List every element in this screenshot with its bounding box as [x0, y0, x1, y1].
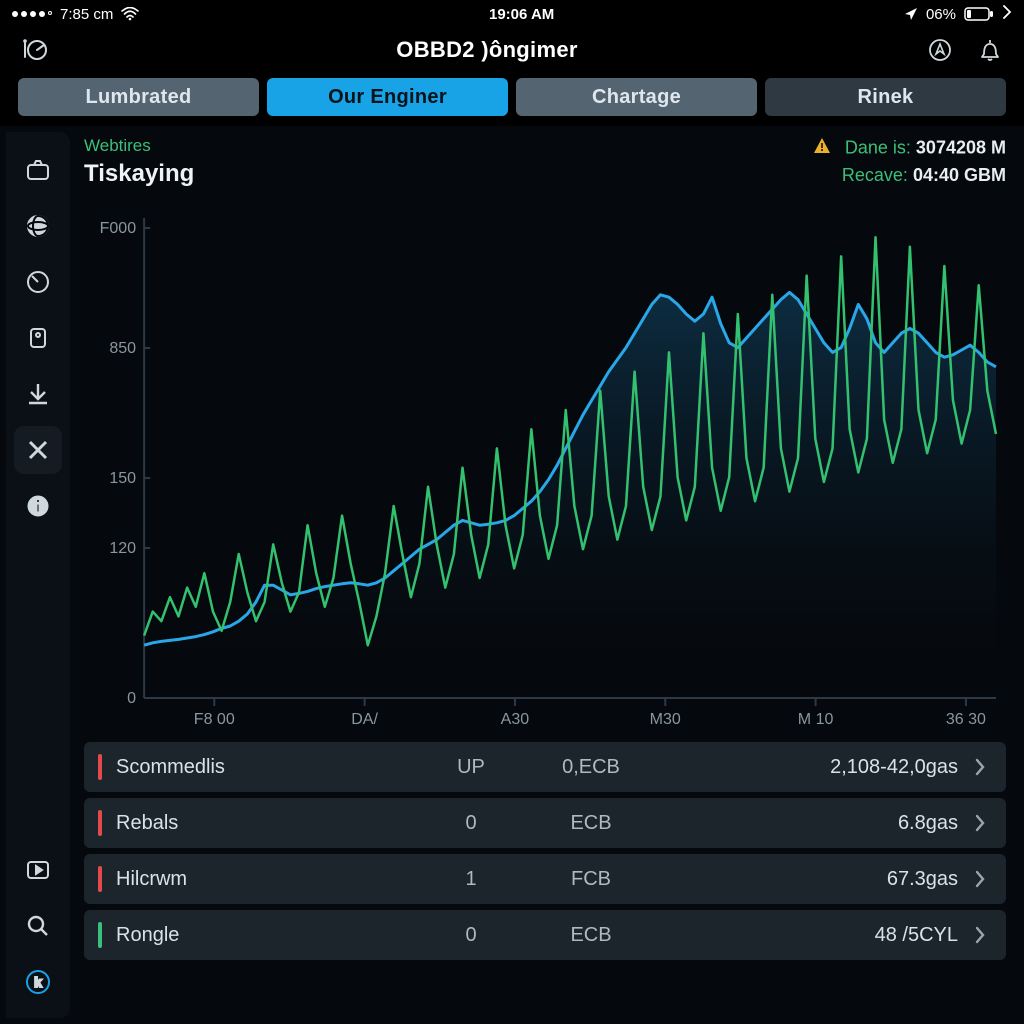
row-col1: UP [416, 756, 526, 779]
row-col2: ECB [526, 924, 656, 947]
stat1-value: 3074208 M [916, 137, 1006, 157]
table-row[interactable]: Rongle0ECB48 /5CYL [84, 910, 1006, 960]
y-tick-label: 120 [109, 540, 136, 557]
row-col1: 1 [416, 868, 526, 891]
app-header: OBBD2 )ôngimer [0, 28, 1024, 72]
x-tick-label: 36 30 [946, 711, 986, 728]
sidebar-item-play[interactable] [14, 846, 62, 894]
row-col2: FCB [526, 868, 656, 891]
sidebar: k [6, 132, 70, 1018]
section-subtitle: Webtires [84, 136, 194, 156]
row-col3: 67.3gas [656, 868, 968, 891]
row-col2: 0,ECB [526, 756, 656, 779]
sidebar-item-globe[interactable] [14, 202, 62, 250]
metrics-table: ScommedlisUP0,ECB2,108-42,0gasRebals0ECB… [84, 742, 1006, 968]
row-col1: 0 [416, 812, 526, 835]
y-tick-label: F000 [100, 220, 137, 237]
row-col3: 2,108-42,0gas [656, 756, 968, 779]
x-tick-label: M30 [650, 711, 681, 728]
stat2-value: 04:40 GBM [913, 165, 1006, 185]
signal-dots-icon [12, 11, 52, 17]
status-bar-icon [98, 810, 102, 836]
status-bar-icon [98, 922, 102, 948]
row-col3: 6.8gas [656, 812, 968, 835]
sidebar-item-camera[interactable] [14, 146, 62, 194]
chevron-right-icon [968, 758, 992, 776]
stat1-label: Dane is: [845, 137, 911, 157]
row-col2: ECB [526, 812, 656, 835]
warning-icon [812, 136, 832, 161]
tab-lumbrated[interactable]: Lumbrated [18, 78, 259, 116]
x-tick-label: A30 [501, 711, 530, 728]
sidebar-item-close[interactable] [14, 426, 62, 474]
svg-text:k: k [34, 974, 42, 990]
y-tick-label: 0 [127, 690, 136, 707]
table-row[interactable]: Hilcrwm1FCB67.3gas [84, 854, 1006, 904]
row-col1: 0 [416, 924, 526, 947]
app-logo-icon[interactable] [18, 34, 50, 66]
section-title: Tiskaying [84, 160, 194, 188]
compass-icon[interactable] [924, 34, 956, 66]
x-tick-label: M 10 [798, 711, 834, 728]
app-title: OBBD2 )ôngimer [396, 37, 577, 63]
status-center-time: 19:06 AM [489, 6, 554, 23]
battery-icon [964, 7, 994, 21]
sidebar-item-search[interactable] [14, 902, 62, 950]
row-name: Rongle [116, 924, 416, 947]
wifi-icon [121, 7, 139, 21]
tab-rinek[interactable]: Rinek [765, 78, 1006, 116]
tab-our-enginer[interactable]: Our Enginer [267, 78, 508, 116]
row-col3: 48 /5CYL [656, 924, 968, 947]
chart: F000 850 150 120 0 F8 00 DA/A30 M30 M 10 36 30 [84, 198, 1006, 738]
x-tick-label: F8 00 [194, 711, 235, 728]
row-name: Rebals [116, 812, 416, 835]
sidebar-item-gauge[interactable] [14, 258, 62, 306]
tab-chartage[interactable]: Chartage [516, 78, 757, 116]
tab-bar: LumbratedOur EnginerChartageRinek [0, 72, 1024, 126]
sidebar-item-k[interactable]: k [14, 958, 62, 1006]
table-row[interactable]: Rebals0ECB6.8gas [84, 798, 1006, 848]
chevron-right-icon [968, 926, 992, 944]
location-arrow-icon [904, 7, 918, 21]
row-name: Scommedlis [116, 756, 416, 779]
status-bar-icon [98, 754, 102, 780]
bell-icon[interactable] [974, 34, 1006, 66]
table-row[interactable]: ScommedlisUP0,ECB2,108-42,0gas [84, 742, 1006, 792]
chevron-right-icon [968, 814, 992, 832]
y-tick-label: 150 [109, 470, 136, 487]
status-left-text: 7:85 cm [60, 6, 113, 23]
x-tick-label: DA/ [351, 711, 378, 728]
chevron-right-icon [968, 870, 992, 888]
y-tick-label: 850 [109, 340, 136, 357]
sidebar-item-download[interactable] [14, 370, 62, 418]
battery-percent: 06% [926, 6, 956, 23]
status-bar: 7:85 cm 19:06 AM 06% [0, 0, 1024, 28]
sidebar-item-device[interactable] [14, 314, 62, 362]
status-bar-icon [98, 866, 102, 892]
row-name: Hilcrwm [116, 868, 416, 891]
main-panel: Webtires Tiskaying Dane is: 3074208 M Re… [70, 126, 1024, 1024]
stat2-label: Recave: [842, 165, 908, 185]
sidebar-item-info[interactable] [14, 482, 62, 530]
chevron-right-icon [1002, 5, 1012, 23]
